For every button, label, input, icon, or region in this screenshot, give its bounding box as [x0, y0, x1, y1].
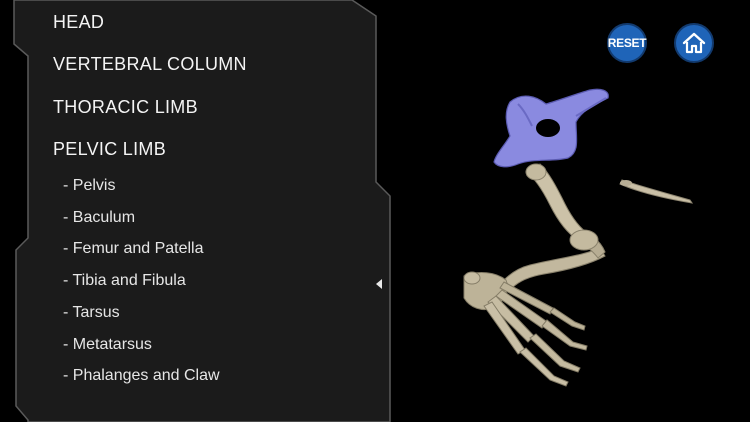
pelvic-limb-3d-model[interactable] [400, 80, 720, 400]
reset-button-label: RESET [607, 36, 647, 50]
pelvis-bone-highlighted[interactable] [493, 88, 609, 168]
menu-category-thoracic-limb[interactable]: THORACIC LIMB [53, 97, 198, 118]
baculum-bone[interactable] [619, 179, 694, 204]
menu-item-metatarsus[interactable]: - Metatarsus [63, 336, 152, 354]
anatomy-menu: HEAD VERTEBRAL COLUMN THORACIC LIMB PELV… [0, 0, 392, 422]
menu-item-phalanges-and-claw[interactable]: - Phalanges and Claw [63, 367, 220, 385]
menu-category-head[interactable]: HEAD [53, 12, 104, 33]
menu-item-tibia-and-fibula[interactable]: - Tibia and Fibula [63, 272, 186, 290]
menu-category-vertebral-column[interactable]: VERTEBRAL COLUMN [53, 54, 247, 75]
femur-and-patella-bones[interactable] [525, 163, 599, 251]
menu-item-pelvis[interactable]: - Pelvis [63, 177, 115, 195]
menu-item-baculum[interactable]: - Baculum [63, 209, 135, 227]
home-icon [682, 32, 706, 54]
reset-button[interactable]: RESET [607, 23, 647, 63]
menu-item-tarsus[interactable]: - Tarsus [63, 304, 120, 322]
home-button[interactable] [674, 23, 714, 63]
menu-category-pelvic-limb[interactable]: PELVIC LIMB [53, 139, 166, 160]
chevron-left-icon[interactable] [376, 279, 382, 289]
menu-item-femur-and-patella[interactable]: - Femur and Patella [63, 240, 204, 258]
